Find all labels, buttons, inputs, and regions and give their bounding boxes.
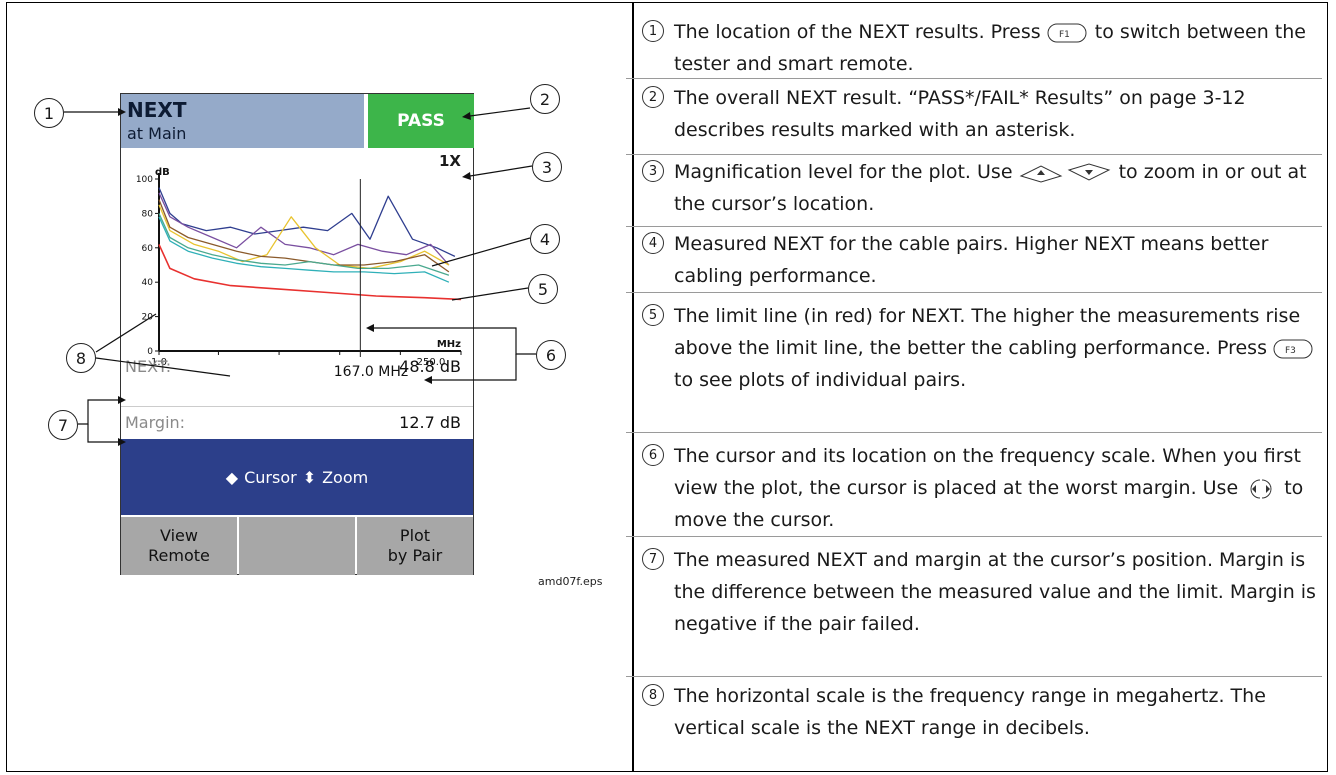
row-separator (626, 154, 1322, 155)
callout-7: 7 (48, 410, 78, 440)
f3-key-icon: F3 (1273, 339, 1313, 358)
item-number: 3 (642, 160, 664, 182)
leader-5 (451, 287, 529, 301)
callout-8: 8 (66, 343, 96, 373)
item-number: 5 (642, 304, 664, 326)
arrowhead-6b (424, 376, 432, 384)
callout-3: 3 (532, 152, 562, 182)
left-right-keys-icon (1250, 479, 1272, 498)
leader-4 (431, 237, 531, 267)
item-number: 8 (642, 684, 664, 706)
leader-8b (95, 357, 231, 377)
svg-text:F3: F3 (1285, 346, 1296, 356)
item-text: The limit line (in red) for NEXT. The hi… (674, 305, 1301, 359)
callout-6: 6 (536, 340, 566, 370)
row-separator (626, 676, 1322, 677)
item-number: 6 (642, 444, 664, 466)
leader-2 (469, 107, 531, 117)
callout-5: 5 (528, 274, 558, 304)
svg-text:F1: F1 (1059, 30, 1070, 40)
item-text: Measured NEXT for the cable pairs. Highe… (674, 233, 1269, 287)
arrowhead-7a (118, 396, 126, 404)
item-number: 1 (642, 20, 664, 42)
callout-1: 1 (34, 98, 64, 128)
leader-3 (469, 165, 533, 177)
item-number: 4 (642, 232, 664, 254)
arrowhead-1 (118, 108, 126, 116)
item-text-cont: to see plots of individual pairs. (674, 369, 967, 391)
item-text: The horizontal scale is the frequency ra… (674, 685, 1266, 739)
figure-filename: amd07f.eps (538, 575, 603, 588)
row-separator (626, 536, 1322, 537)
item-number: 7 (642, 548, 664, 570)
callout-2: 2 (530, 84, 560, 114)
callout-leaders (64, 107, 536, 446)
row-separator (626, 432, 1322, 433)
leader-7b (87, 424, 118, 443)
arrowhead-2 (462, 112, 471, 120)
item-number: 2 (642, 86, 664, 108)
callout-4: 4 (530, 224, 560, 254)
item-text: The cursor and its location on the frequ… (674, 445, 1301, 499)
row-separator (626, 292, 1322, 293)
zoom-keys-icon (1019, 162, 1110, 183)
item-text: The location of the NEXT results. Press (674, 21, 1041, 43)
leader-6a (374, 327, 536, 355)
column-divider (632, 3, 634, 771)
item-text: The measured NEXT and margin at the curs… (674, 549, 1316, 635)
arrowhead-3 (462, 172, 471, 180)
leader-6b (432, 354, 517, 381)
item-text: The overall NEXT result. “PASS*/FAIL* Re… (674, 87, 1246, 141)
f1-key-icon: F1 (1047, 23, 1087, 42)
arrowhead-7b (118, 438, 126, 446)
row-separator (626, 226, 1322, 227)
arrowhead-6a (366, 324, 374, 332)
item-text: Magnification level for the plot. Use (674, 161, 1013, 183)
leader-7a (78, 399, 118, 425)
leader-8a (95, 313, 157, 353)
